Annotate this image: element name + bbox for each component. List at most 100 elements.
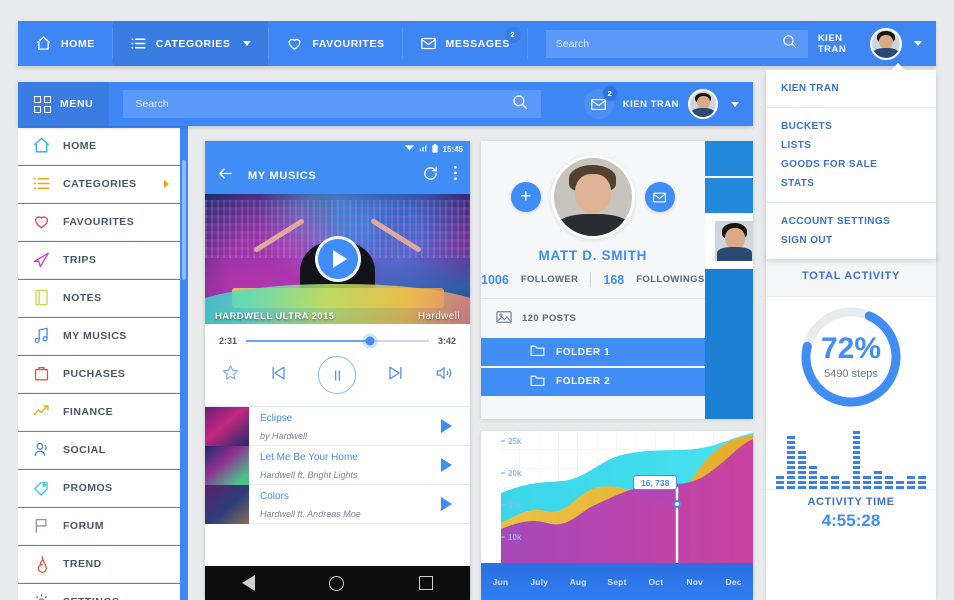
add-friend-button[interactable]: + bbox=[510, 182, 541, 212]
activity-time-value: 4:55:28 bbox=[821, 511, 881, 530]
dropdown-item-sign-out[interactable]: SIGN OUT bbox=[766, 231, 936, 250]
android-recents-icon[interactable] bbox=[418, 576, 433, 590]
activity-time-footer: ACTIVITY TIME 4:55:28 bbox=[766, 489, 936, 539]
profile-side-rail bbox=[704, 141, 753, 419]
topnav-user-menu[interactable]: KIEN TRAN bbox=[808, 21, 936, 66]
topnav-label-categories: CATEGORIES bbox=[155, 37, 231, 50]
pause-button[interactable] bbox=[318, 356, 356, 394]
track-title: HARDWELL ULTRA 2015 bbox=[215, 311, 335, 322]
sidebar-item-trips[interactable]: TRIPS bbox=[18, 242, 180, 279]
sidebar-item-settings[interactable]: SETTINGS bbox=[18, 584, 180, 600]
folder-item-1[interactable]: FOLDER 1 bbox=[481, 338, 705, 366]
profile-header: + bbox=[481, 141, 705, 239]
back-arrow-icon[interactable] bbox=[217, 165, 234, 187]
search-icon[interactable] bbox=[511, 93, 529, 116]
play-icon[interactable] bbox=[441, 458, 452, 472]
seek-slider[interactable] bbox=[246, 336, 429, 346]
subnav-search-box[interactable] bbox=[123, 90, 542, 118]
topnav-item-categories[interactable]: CATEGORIES bbox=[112, 21, 269, 66]
topnav-item-home[interactable]: HOME bbox=[18, 21, 112, 66]
dropdown-item-lists[interactable]: LISTS bbox=[766, 136, 936, 155]
list-item[interactable]: Colors Hardwell ft. Andreas Moe bbox=[205, 484, 470, 524]
sidebar-item-forum[interactable]: FORUM bbox=[18, 508, 180, 545]
refresh-icon[interactable] bbox=[422, 165, 439, 187]
eq-bar bbox=[852, 431, 861, 489]
topnav-search-box[interactable] bbox=[545, 29, 808, 58]
hamburger-menu-button[interactable] bbox=[704, 141, 753, 213]
play-icon[interactable] bbox=[441, 419, 452, 433]
sidebar-item-trend[interactable]: TREND bbox=[18, 546, 180, 583]
now-playing-artwork[interactable]: HARDWELL ULTRA 2015 Hardwell bbox=[205, 194, 470, 324]
divider bbox=[590, 272, 592, 287]
search-icon[interactable] bbox=[781, 33, 798, 55]
song-title: Let Me Be Your Home bbox=[260, 452, 358, 463]
folder-item-2[interactable]: FOLDER 2 bbox=[481, 367, 705, 396]
avatar[interactable] bbox=[688, 89, 718, 119]
eq-bar bbox=[907, 476, 916, 489]
volume-icon[interactable] bbox=[434, 363, 454, 388]
dropdown-item-goods-for-sale[interactable]: GOODS FOR SALE bbox=[766, 155, 936, 174]
flag-icon bbox=[32, 516, 51, 535]
more-options-icon[interactable] bbox=[453, 165, 458, 186]
eq-bar bbox=[819, 476, 828, 489]
phone-system-nav bbox=[205, 566, 470, 600]
list-item[interactable]: Eclipse by Hardwell bbox=[205, 406, 470, 446]
song-thumbnail bbox=[205, 484, 249, 524]
artwork-caption: HARDWELL ULTRA 2015 Hardwell bbox=[205, 311, 470, 322]
search-input[interactable] bbox=[555, 37, 781, 50]
song-meta: Let Me Be Your Home Hardwell ft. Bright … bbox=[249, 447, 441, 483]
previous-track-icon[interactable] bbox=[269, 363, 289, 388]
list-item[interactable]: Let Me Be Your Home Hardwell ft. Bright … bbox=[205, 445, 470, 485]
profile-avatar[interactable] bbox=[550, 155, 635, 239]
dropdown-item-stats[interactable]: STATS bbox=[766, 174, 936, 193]
play-button-overlay[interactable] bbox=[314, 236, 361, 282]
profile-posts-row[interactable]: 120 POSTS bbox=[481, 299, 705, 338]
song-artist: Hardwell ft. Bright Lights bbox=[260, 470, 358, 480]
subnav-right-group: 2 KIEN TRAN bbox=[583, 82, 753, 126]
sidebar-item-favourites[interactable]: FAVOURITES bbox=[18, 204, 180, 241]
chevron-down-icon[interactable] bbox=[731, 101, 739, 107]
sidebar-item-social[interactable]: SOCIAL bbox=[18, 432, 180, 469]
sidebar-item-promos[interactable]: PROMOS bbox=[18, 470, 180, 507]
side-rail-avatar-tile[interactable] bbox=[704, 213, 753, 269]
song-title: Eclipse bbox=[260, 413, 293, 424]
next-track-icon[interactable] bbox=[385, 363, 405, 388]
search-input-secondary[interactable] bbox=[135, 98, 512, 110]
sidebar-item-my-musics[interactable]: MY MUSICS bbox=[18, 318, 180, 355]
donut-center-text: 72% 5490 steps bbox=[766, 334, 936, 381]
messages-button[interactable]: 2 bbox=[583, 86, 617, 119]
android-home-icon[interactable] bbox=[329, 575, 345, 591]
sidebar-item-home[interactable]: HOME bbox=[18, 128, 180, 165]
play-icon[interactable] bbox=[441, 497, 452, 511]
x-tick-nov: Nov bbox=[686, 576, 704, 587]
chart-data-point[interactable] bbox=[673, 500, 681, 508]
menu-button[interactable]: MENU bbox=[18, 82, 110, 126]
sidebar-scrollbar[interactable] bbox=[182, 160, 186, 280]
seek-handle[interactable] bbox=[365, 336, 375, 346]
sidebar-item-finance[interactable]: FINANCE bbox=[18, 394, 180, 431]
favourite-star-icon[interactable] bbox=[221, 363, 240, 387]
sidebar-item-notes[interactable]: NOTES bbox=[18, 280, 180, 317]
avatar[interactable] bbox=[870, 27, 902, 60]
android-back-icon[interactable] bbox=[242, 575, 256, 591]
heart-icon bbox=[286, 35, 303, 52]
seek-row: 2:31 3:42 bbox=[219, 336, 456, 346]
home-icon bbox=[35, 35, 52, 52]
sidebar-label-favourites: FAVOURITES bbox=[63, 215, 135, 228]
sidebar-label-notes: NOTES bbox=[63, 291, 102, 304]
topnav-label-messages: MESSAGES bbox=[445, 37, 510, 50]
dropdown-group-header: KIEN TRAN bbox=[766, 70, 936, 107]
tag-icon bbox=[32, 478, 51, 497]
total-duration: 3:42 bbox=[437, 336, 456, 346]
dropdown-item-account-settings[interactable]: ACCOUNT SETTINGS bbox=[766, 212, 936, 231]
dropdown-item-buckets[interactable]: BUCKETS bbox=[766, 117, 936, 136]
topnav-item-messages[interactable]: MESSAGES 2 bbox=[403, 21, 527, 66]
topnav-item-favourites[interactable]: FAVOURITES bbox=[269, 21, 401, 66]
sidebar-item-puchases[interactable]: PUCHASES bbox=[18, 356, 180, 393]
avatar[interactable] bbox=[714, 221, 753, 261]
sidebar-item-categories[interactable]: CATEGORIES bbox=[18, 166, 180, 203]
send-message-button[interactable] bbox=[644, 182, 675, 212]
topnav-label-favourites: FAVOURITES bbox=[312, 37, 385, 50]
chevron-down-icon[interactable] bbox=[914, 41, 922, 46]
song-list: Eclipse by Hardwell Let Me Be Your Home … bbox=[205, 406, 470, 524]
